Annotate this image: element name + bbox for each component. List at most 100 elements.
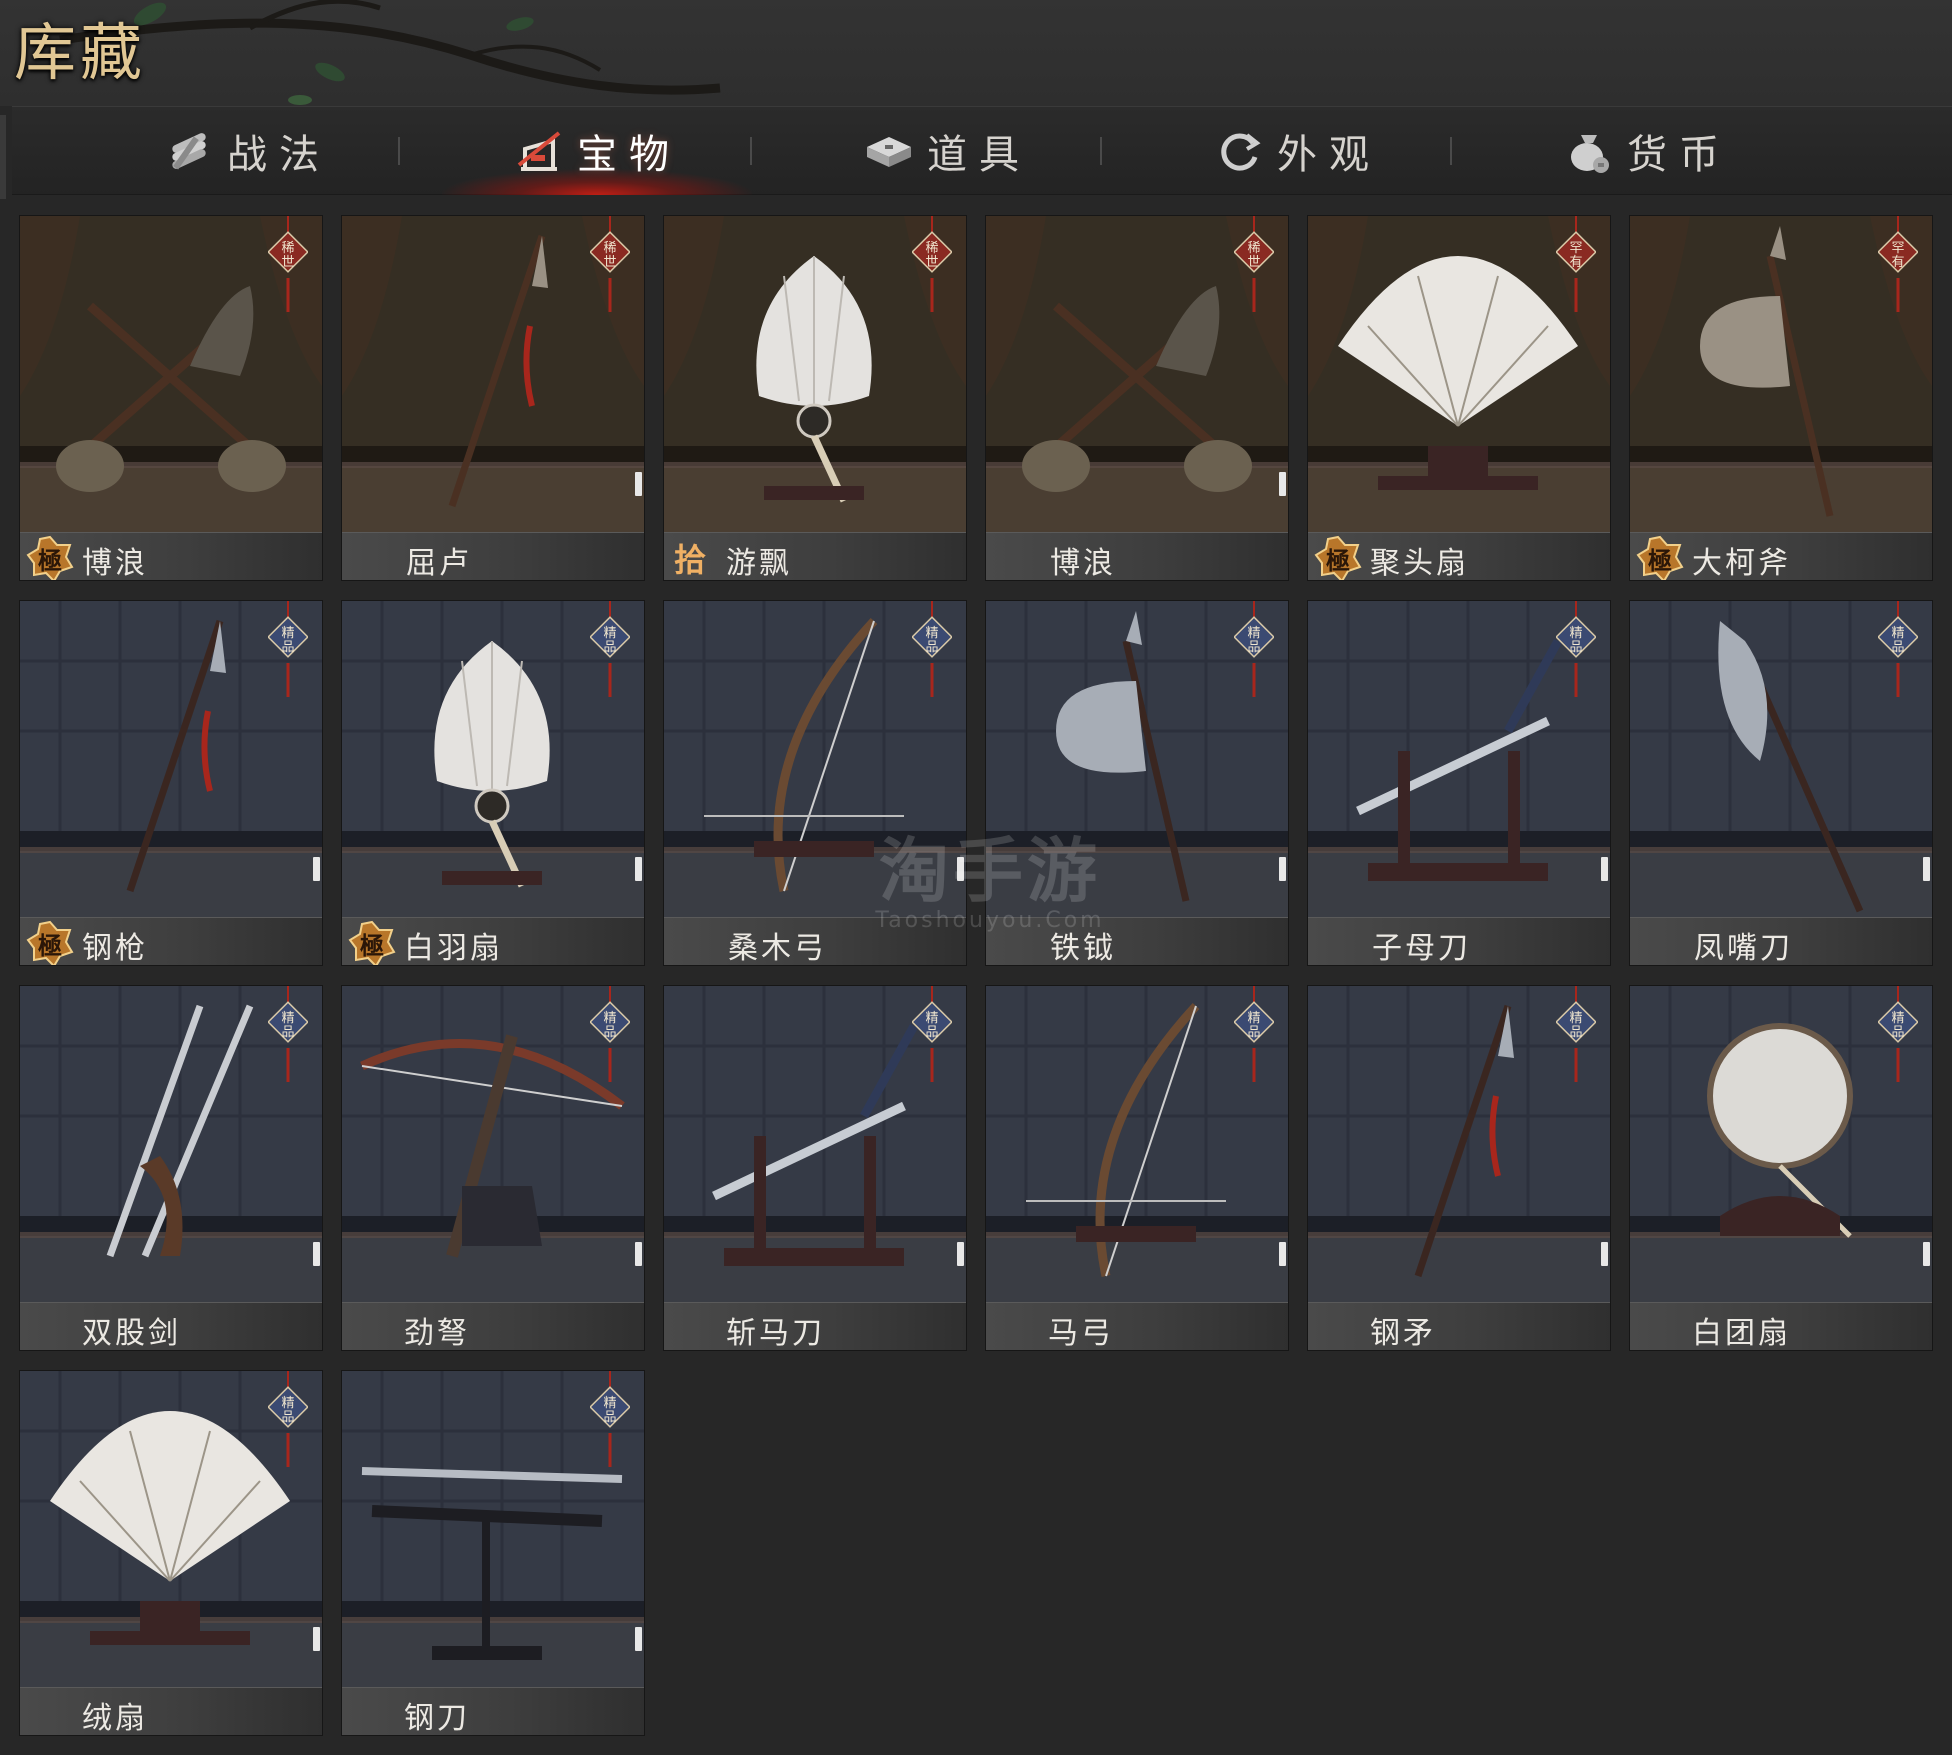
name-bar: 桑木弓 [664,917,966,965]
rarity-tag-icon: 精 品 [590,986,630,1082]
rarity-tag-icon: 罕 有 [1878,216,1918,312]
treasure-name: 双股剑 [82,1316,181,1350]
treasure-card[interactable]: 精 品 桑木弓 [664,601,966,965]
svg-text:世: 世 [925,255,938,270]
name-bar: 马弓 [986,1302,1288,1350]
tab-label: 货币 [1627,132,1731,178]
treasure-card[interactable]: 精 品 钢矛 [1308,986,1610,1350]
svg-text:有: 有 [1569,255,1582,270]
treasure-card[interactable]: 稀 世 屈卢 [342,216,644,580]
page-title: 库藏 [14,16,147,89]
svg-text:品: 品 [603,1410,616,1425]
tab-label: 外观 [1277,132,1381,178]
name-bar: 極博浪 [20,532,322,580]
treasure-name: 劲弩 [404,1316,470,1350]
treasure-name: 屈卢 [406,546,472,580]
treasure-card[interactable]: 精 品 子母刀 [1308,601,1610,965]
svg-text:精: 精 [1569,626,1582,641]
scroll-indicator [1601,857,1608,881]
svg-text:世: 世 [1247,255,1260,270]
treasure-card[interactable]: 精 品 铁钺 [986,601,1288,965]
tab-label: 宝物 [577,132,681,178]
treasure-card[interactable]: 稀 世 博浪 [986,216,1288,580]
scroll-indicator [635,1242,642,1266]
svg-text:極: 極 [1326,546,1350,575]
svg-text:品: 品 [281,640,294,655]
svg-text:世: 世 [281,255,294,270]
svg-text:品: 品 [1569,1025,1582,1040]
tab-props[interactable]: 道具 [772,107,1122,195]
treasure-card[interactable]: 精 品 斩马刀 [664,986,966,1350]
treasure-card[interactable]: 稀 世 拾游飘 [664,216,966,580]
rarity-tag-icon: 精 品 [590,1371,630,1467]
rarity-tag-icon: 精 品 [268,601,308,697]
svg-text:精: 精 [281,1396,294,1411]
name-bar: 铁钺 [986,917,1288,965]
treasure-card[interactable]: 精 品 極钢枪 [20,601,322,965]
treasure-card[interactable]: 精 品 極白羽扇 [342,601,644,965]
rarity-tag-icon: 精 品 [1556,601,1596,697]
scroll-indicator [635,1627,642,1651]
tab-appearance[interactable]: 外观 [1122,107,1472,195]
tab-strategy[interactable]: 战法 [72,107,422,195]
quality-mark-icon: 極 [1636,535,1684,580]
quality-mark-icon: 極 [26,535,74,580]
treasure-card[interactable]: 精 品 劲弩 [342,986,644,1350]
treasure-card[interactable]: 罕 有 極聚头扇 [1308,216,1610,580]
name-bar: 屈卢 [342,532,644,580]
tab-separator [1450,137,1452,165]
scroll-indicator [1601,1242,1608,1266]
scroll-indicator [635,472,642,496]
svg-text:極: 極 [38,931,62,960]
rarity-tag-icon: 精 品 [268,986,308,1082]
rarity-tag-icon: 精 品 [912,601,952,697]
svg-text:罕: 罕 [1891,241,1904,256]
svg-text:精: 精 [603,1396,616,1411]
svg-text:品: 品 [925,1025,938,1040]
treasure-name: 凤嘴刀 [1694,931,1793,965]
name-bar: 極钢枪 [20,917,322,965]
treasure-card[interactable]: 精 品 双股剑 [20,986,322,1350]
weapon-rack-icon [517,131,561,171]
treasure-name: 钢枪 [82,931,148,965]
treasure-card[interactable]: 精 品 凤嘴刀 [1630,601,1932,965]
svg-text:精: 精 [281,1011,294,1026]
rarity-tag-icon: 稀 世 [912,216,952,312]
treasure-card[interactable]: 罕 有 極大柯斧 [1630,216,1932,580]
treasure-card[interactable]: 精 品 白团扇 [1630,986,1932,1350]
name-bar: 劲弩 [342,1302,644,1350]
scroll-indicator [313,1627,320,1651]
treasure-name: 铁钺 [1050,931,1116,965]
treasure-card[interactable]: 精 品 马弓 [986,986,1288,1350]
svg-text:稀: 稀 [603,241,616,256]
tab-label: 道具 [927,132,1031,178]
tab-bar: 战法 宝物 道具 外观 货币 [0,106,1952,199]
scroll-indicator [313,1242,320,1266]
money-bag-icon [1571,135,1609,173]
scroll-indicator [1923,1242,1930,1266]
tab-currency[interactable]: 货币 [1472,107,1822,195]
svg-text:拾: 拾 [674,541,706,579]
treasure-card[interactable]: 精 品 绒扇 [20,1371,322,1735]
treasure-name: 白羽扇 [404,931,503,965]
svg-text:品: 品 [1247,640,1260,655]
treasure-card[interactable]: 精 品 钢刀 [342,1371,644,1735]
treasure-name: 桑木弓 [728,931,827,965]
quality-mark-icon: 極 [26,920,74,965]
treasure-name: 子母刀 [1372,931,1471,965]
treasure-name: 博浪 [82,546,148,580]
svg-text:極: 極 [38,546,62,575]
treasure-name: 钢刀 [404,1701,470,1735]
rarity-tag-icon: 精 品 [1234,601,1274,697]
name-bar: 绒扇 [20,1687,322,1735]
svg-text:精: 精 [1247,1011,1260,1026]
treasure-name: 绒扇 [82,1701,148,1735]
rarity-tag-icon: 精 品 [1878,601,1918,697]
treasure-card[interactable]: 稀 世 極博浪 [20,216,322,580]
tab-treasure[interactable]: 宝物 [422,107,772,195]
svg-text:有: 有 [1891,255,1904,270]
svg-text:品: 品 [1569,640,1582,655]
svg-text:稀: 稀 [1247,241,1260,256]
header: 库藏 [0,0,1952,106]
rarity-tag-icon: 罕 有 [1556,216,1596,312]
